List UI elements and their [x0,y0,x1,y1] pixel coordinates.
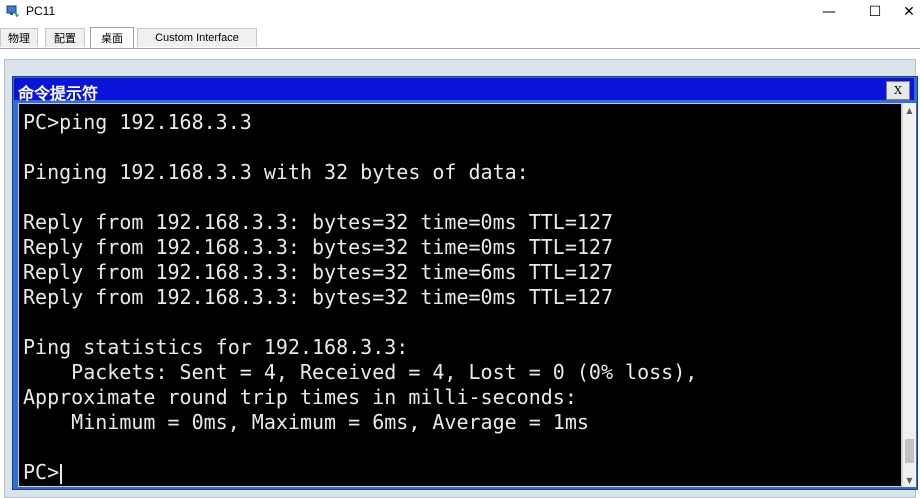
app-icon [6,5,19,17]
console-line: Reply from 192.168.3.3: bytes=32 time=0m… [23,235,614,259]
console-line: PC> [23,460,63,485]
tab-physical[interactable]: 物理 [0,28,38,47]
command-prompt-titlebar: 命令提示符 X [14,78,914,103]
console-line: Approximate round trip times in milli-se… [23,385,577,409]
tab-custom-interface[interactable]: Custom Interface [137,28,257,47]
scroll-up-arrow-icon[interactable]: ▲ [903,103,916,117]
window-titlebar: PC11 — ☐ ✕ [0,0,920,24]
tab-bar: 物理 配置 桌面 Custom Interface [0,27,920,49]
tab-config[interactable]: 配置 [45,28,85,47]
tab-desktop[interactable]: 桌面 [90,27,134,48]
window-title: PC11 [26,4,56,18]
scroll-down-arrow-icon[interactable]: ▼ [903,473,916,487]
console-scrollbar[interactable]: ▲ ▼ [902,103,916,487]
text-cursor [60,463,63,484]
console-line: PC>ping 192.168.3.3 [23,110,252,134]
command-prompt-window: 命令提示符 X PC>ping 192.168.3.3 Pinging 192.1… [12,76,918,490]
console-line: Reply from 192.168.3.3: bytes=32 time=6m… [23,260,614,284]
close-button[interactable]: ✕ [898,0,920,24]
minimize-button[interactable]: — [806,0,852,24]
console-line: Packets: Sent = 4, Received = 4, Lost = … [23,360,698,384]
command-prompt-close-button[interactable]: X [886,81,910,100]
maximize-button[interactable]: ☐ [852,0,898,24]
command-prompt-title: 命令提示符 [18,84,99,103]
console-line: Pinging 192.168.3.3 with 32 bytes of dat… [23,160,529,184]
console-output[interactable]: PC>ping 192.168.3.3 Pinging 192.168.3.3 w… [18,103,902,487]
console-line: Reply from 192.168.3.3: bytes=32 time=0m… [23,285,614,309]
console-line: Ping statistics for 192.168.3.3: [23,335,409,359]
scroll-thumb[interactable] [905,439,914,463]
console-line: Reply from 192.168.3.3: bytes=32 time=0m… [23,210,614,234]
console-line: Minimum = 0ms, Maximum = 6ms, Average = … [23,410,589,434]
